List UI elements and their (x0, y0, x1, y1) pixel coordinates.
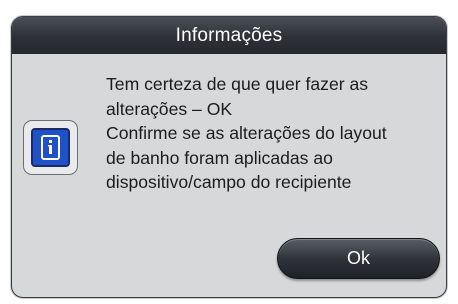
message-line: Confirme se as alterações do layout (106, 123, 387, 143)
message-line: alterações – OK (106, 98, 233, 119)
info-icon (31, 128, 70, 167)
info-glyph (41, 135, 60, 160)
dialog-title: Informações (12, 17, 446, 54)
message-line: dispositivo/campo do recipiente (106, 172, 352, 192)
dialog-message: Tem certeza de que quer fazer as alteraç… (106, 72, 446, 195)
info-letter-icon (48, 140, 52, 154)
ok-button[interactable]: Ok (277, 238, 440, 279)
information-dialog: Informações Tem certeza de que quer faze… (11, 16, 447, 298)
message-line: Tem certeza de que quer fazer as (106, 74, 369, 94)
message-line: de banho foram aplicadas ao (106, 147, 333, 168)
info-icon-frame (23, 120, 78, 175)
